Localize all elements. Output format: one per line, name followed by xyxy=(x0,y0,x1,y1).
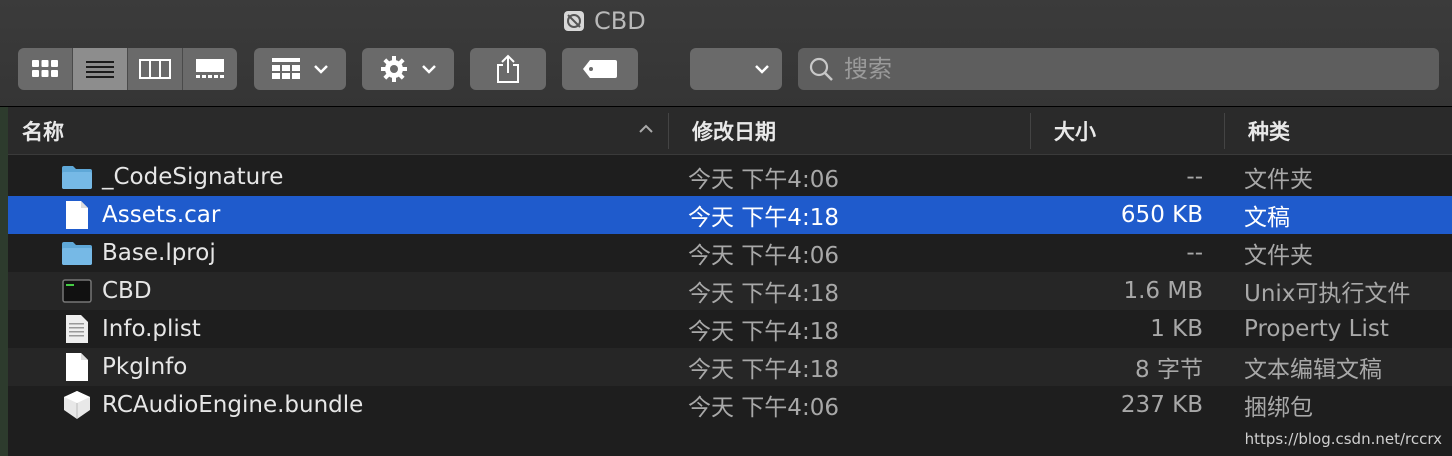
file-name: PkgInfo xyxy=(102,354,188,380)
file-date: 今天 下午4:18 xyxy=(688,357,839,383)
sort-ascending-icon[interactable] xyxy=(638,124,654,134)
watermark: https://blog.csdn.net/rccrx xyxy=(1244,430,1442,448)
file-kind: Unix可执行文件 xyxy=(1244,281,1411,307)
sidebar-edge xyxy=(0,107,8,456)
file-row-selected[interactable]: Assets.car 今天 下午4:18 650 KB 文稿 xyxy=(8,196,1452,234)
file-kind: 文本编辑文稿 xyxy=(1244,357,1382,383)
share-button[interactable] xyxy=(470,48,546,90)
file-kind: 捆绑包 xyxy=(1244,395,1313,421)
window-title-text: CBD xyxy=(594,7,646,35)
file-name: CBD xyxy=(102,278,152,304)
file-size: -- xyxy=(1186,164,1203,190)
chevron-down-icon xyxy=(314,65,328,74)
search-input[interactable] xyxy=(842,54,1406,84)
file-size: -- xyxy=(1186,240,1203,266)
app-icon xyxy=(564,11,584,31)
view-mode-control xyxy=(18,48,237,90)
action-button[interactable] xyxy=(362,48,454,90)
file-size: 1 KB xyxy=(1150,316,1203,342)
file-name: RCAudioEngine.bundle xyxy=(102,392,364,418)
window-title: CBD xyxy=(562,4,646,38)
column-name-label: 名称 xyxy=(22,119,64,144)
file-row[interactable]: CBD 今天 下午4:18 1.6 MB Unix可执行文件 xyxy=(8,272,1452,310)
gear-icon xyxy=(381,56,407,82)
column-header: 名称 修改日期 大小 种类 xyxy=(8,107,1452,155)
plist-icon xyxy=(60,314,94,344)
file-date: 今天 下午4:06 xyxy=(688,167,839,193)
search-field[interactable] xyxy=(798,48,1439,90)
file-row[interactable]: PkgInfo 今天 下午4:18 8 字节 文本编辑文稿 xyxy=(8,348,1452,386)
column-divider[interactable] xyxy=(1224,113,1225,149)
folder-icon xyxy=(60,238,94,268)
chevron-down-icon xyxy=(755,65,769,74)
finder-window: CBD 搜索 名称 修改日期 大小 种类 _CodeSignature 今天 下… xyxy=(0,0,1452,456)
file-date: 今天 下午4:18 xyxy=(688,319,839,345)
document-icon xyxy=(60,200,94,230)
file-date: 今天 下午4:18 xyxy=(688,205,839,231)
file-kind: 文稿 xyxy=(1244,205,1290,231)
gallery-view-button[interactable] xyxy=(183,48,237,90)
file-size: 8 字节 xyxy=(1135,357,1203,383)
file-name: Info.plist xyxy=(102,316,201,342)
column-view-button[interactable] xyxy=(128,48,183,90)
list-icon xyxy=(86,61,114,78)
file-date: 今天 下午4:06 xyxy=(688,243,839,269)
chevron-down-icon xyxy=(422,65,436,74)
file-size: 650 KB xyxy=(1120,202,1203,228)
list-view-button[interactable] xyxy=(73,48,128,90)
column-date-label: 修改日期 xyxy=(692,119,776,144)
folder-icon xyxy=(60,162,94,192)
icon-view-button[interactable] xyxy=(18,48,73,90)
file-name: Base.lproj xyxy=(102,240,216,266)
document-icon xyxy=(60,352,94,382)
group-by-button[interactable] xyxy=(254,48,346,90)
file-kind: 文件夹 xyxy=(1244,167,1313,193)
column-size-header[interactable]: 大小 xyxy=(1054,107,1096,154)
share-icon xyxy=(497,54,519,83)
file-name: _CodeSignature xyxy=(102,164,284,190)
column-divider[interactable] xyxy=(1030,113,1031,149)
file-kind: Property List xyxy=(1244,316,1389,342)
file-row[interactable]: _CodeSignature 今天 下午4:06 -- 文件夹 xyxy=(8,158,1452,196)
file-list: _CodeSignature 今天 下午4:06 -- 文件夹 Assets.c… xyxy=(8,158,1452,424)
file-row[interactable]: RCAudioEngine.bundle 今天 下午4:06 237 KB 捆绑… xyxy=(8,386,1452,424)
path-popup-button[interactable] xyxy=(690,48,782,90)
file-name: Assets.car xyxy=(102,202,221,228)
file-size: 237 KB xyxy=(1120,392,1203,418)
terminal-exec-icon xyxy=(60,276,94,306)
file-row[interactable]: Info.plist 今天 下午4:18 1 KB Property List xyxy=(8,310,1452,348)
file-date: 今天 下午4:18 xyxy=(688,281,839,307)
column-size-label: 大小 xyxy=(1054,119,1096,144)
column-name-header[interactable]: 名称 xyxy=(22,107,64,154)
tag-icon xyxy=(583,60,617,78)
column-date-header[interactable]: 修改日期 xyxy=(692,107,776,154)
file-kind: 文件夹 xyxy=(1244,243,1313,269)
file-date: 今天 下午4:06 xyxy=(688,395,839,421)
file-size: 1.6 MB xyxy=(1123,278,1203,304)
column-kind-header[interactable]: 种类 xyxy=(1248,107,1290,154)
column-kind-label: 种类 xyxy=(1248,119,1290,144)
gallery-icon xyxy=(196,59,224,78)
columns-icon xyxy=(139,59,171,79)
column-divider[interactable] xyxy=(668,113,669,149)
tag-button[interactable] xyxy=(562,48,638,90)
file-row[interactable]: Base.lproj 今天 下午4:06 -- 文件夹 xyxy=(8,234,1452,272)
grid-icon xyxy=(32,60,58,77)
group-grid-icon xyxy=(272,58,300,79)
bundle-icon xyxy=(60,390,94,420)
search-icon xyxy=(809,57,833,81)
titlebar-toolbar: CBD xyxy=(0,0,1452,107)
